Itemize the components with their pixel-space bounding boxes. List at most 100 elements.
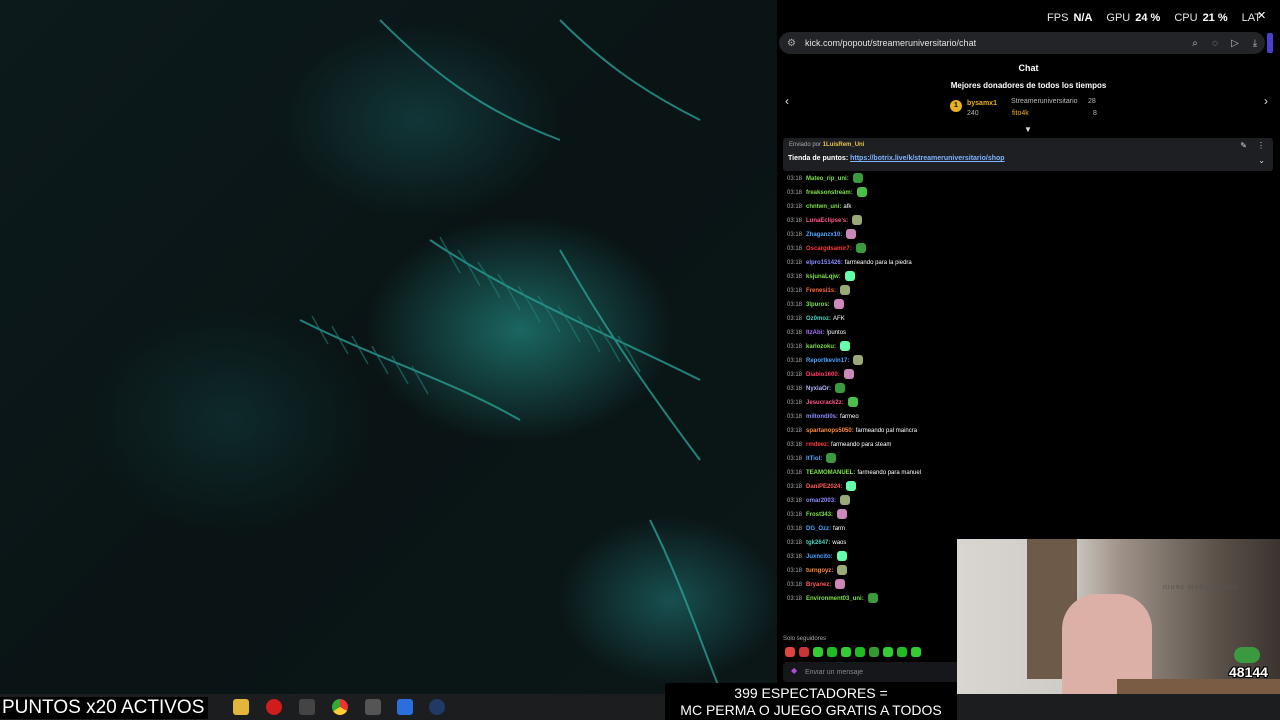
message-username[interactable]: Frenesi1s: (806, 288, 836, 294)
viewers-goal-line2: MC PERMA O JUEGO GRATIS A TODOS (680, 702, 942, 718)
emote-icon (843, 369, 854, 380)
shop-link[interactable]: https://botrix.live/k/streameruniversita… (850, 155, 1004, 162)
chat-message: 03:18 Reportkevin17: (787, 355, 864, 367)
message-username[interactable]: Reportkevin17: (806, 358, 849, 364)
message-username[interactable]: Oz0moz: (806, 316, 831, 322)
chat-message: 03:18 spartanops5050: farmeando pal maincr… (787, 425, 917, 437)
site-info-icon[interactable]: ⚙ (787, 38, 805, 49)
chat-message-input[interactable] (805, 665, 955, 679)
emote-icon[interactable] (785, 647, 795, 657)
message-username[interactable]: spartanops5050: (806, 428, 854, 434)
search-icon[interactable]: ⌕ (1185, 38, 1205, 49)
chat-input-box[interactable]: ◆ (783, 662, 963, 682)
message-username[interactable]: Bryanez: (806, 582, 831, 588)
message-username[interactable]: Mateo_rip_uni: (806, 176, 849, 182)
vscode-icon[interactable] (397, 699, 413, 715)
chrome-icon[interactable] (332, 699, 348, 715)
message-username[interactable]: 3lpuros: (806, 302, 830, 308)
message-username[interactable]: Environment03_uni: (806, 596, 864, 602)
fern-illustration (299, 19, 721, 691)
emote-icon[interactable] (855, 647, 865, 657)
message-username[interactable]: ksjunaLqjw: (806, 274, 841, 280)
emote-icon[interactable] (911, 647, 921, 657)
chat-message: 03:18 DG_Ozz: farm (787, 523, 845, 535)
message-username[interactable]: Juxncito: (806, 554, 833, 560)
donor-name: Streameruniversitario (1011, 98, 1078, 105)
emote-icon[interactable] (841, 647, 851, 657)
message-username[interactable]: DG_Ozz: (806, 526, 831, 532)
message-timestamp: 03:18 (787, 442, 803, 448)
next-arrow-icon[interactable]: › (1264, 94, 1268, 108)
message-username[interactable]: rmdeez: (806, 442, 829, 448)
message-username[interactable]: chntwn_uni: (806, 204, 841, 210)
calculator-icon[interactable] (365, 699, 381, 715)
emote-icon (837, 565, 848, 576)
viewers-goal-line1: 399 ESPECTADORES = (734, 685, 888, 701)
chat-message: 03:18 Mateo_rip_uni: (787, 173, 863, 185)
file-explorer-icon[interactable] (233, 699, 249, 715)
message-username[interactable]: NyxiaOr: (806, 386, 831, 392)
close-icon[interactable]: ✕ (1257, 9, 1266, 22)
emote-icon[interactable] (813, 647, 823, 657)
extension-icon[interactable] (1267, 33, 1273, 53)
app-icon[interactable] (299, 699, 315, 715)
emote-icon (826, 453, 837, 464)
chevron-down-icon[interactable]: ⌄ (1258, 156, 1265, 165)
message-username[interactable]: tgk2647: (806, 540, 830, 546)
donor-name: bysamx1 (967, 100, 997, 107)
send-icon[interactable]: ▷ (1225, 38, 1245, 49)
chat-message: 03:18 omar2003: (787, 495, 851, 507)
emote-icon[interactable] (799, 647, 809, 657)
emote-icon (846, 481, 857, 492)
pinned-message: Enviado por 1LuisRem_Uni Tienda de punto… (783, 138, 1273, 171)
message-username[interactable]: omar2003: (806, 498, 836, 504)
emote-icon[interactable] (827, 647, 837, 657)
fps-label: FPS (1047, 12, 1069, 24)
opera-icon[interactable] (266, 699, 282, 715)
download-icon[interactable]: ⤓ (1245, 38, 1265, 49)
chat-title: Chat (1018, 63, 1039, 73)
emote-icon (852, 173, 863, 184)
message-timestamp: 03:18 (787, 470, 803, 476)
message-timestamp: 03:18 (787, 428, 803, 434)
message-username[interactable]: DaniPE2024: (806, 484, 842, 490)
message-username[interactable]: karlozoku: (806, 344, 836, 350)
message-username[interactable]: Jesucrack2z: (806, 400, 844, 406)
emote-icon[interactable] (869, 647, 879, 657)
chat-message: 03:18 NyxiaOr: (787, 383, 846, 395)
message-username[interactable]: elpro151426: (806, 260, 843, 266)
message-username[interactable]: Frost343: (806, 512, 833, 518)
emote-icon (847, 397, 858, 408)
message-timestamp: 03:18 (787, 526, 803, 532)
message-username[interactable]: Diablo1600: (806, 372, 840, 378)
expand-icon[interactable]: ▼ (1024, 125, 1032, 134)
emote-bar (785, 647, 921, 657)
message-username[interactable]: ItTiol: (806, 456, 822, 462)
message-username[interactable]: Zhaganzx10: (806, 232, 842, 238)
message-timestamp: 03:18 (787, 316, 803, 322)
emote-picker-icon[interactable]: ◆ (791, 666, 797, 675)
donor-amount: 240 (967, 110, 979, 117)
address-bar[interactable]: ⚙ kick.com/popout/streameruniversitario/… (779, 32, 1265, 54)
message-username[interactable]: turngoyz: (806, 568, 833, 574)
shield-icon[interactable]: ◌ (1205, 38, 1225, 49)
prev-arrow-icon[interactable]: ‹ (785, 94, 789, 108)
url-text[interactable]: kick.com/popout/streameruniversitario/ch… (805, 38, 1185, 48)
message-username[interactable]: miltondi0s: (806, 414, 838, 420)
emote-icon (853, 355, 864, 366)
steam-icon[interactable] (429, 699, 445, 715)
message-username[interactable]: freaksonstream: (806, 190, 853, 196)
message-username[interactable]: LunaEclipse's: (806, 218, 848, 224)
message-timestamp: 03:18 (787, 512, 803, 518)
emote-icon (856, 187, 867, 198)
gpu-label: GPU (1106, 12, 1131, 24)
message-username[interactable]: Oscargdsamir7: (806, 246, 852, 252)
more-icon[interactable]: ⋮ (1257, 141, 1265, 150)
chat-message: 03:18 elpro151426: farmeando para la piedr… (787, 257, 912, 269)
emote-icon[interactable] (897, 647, 907, 657)
message-username[interactable]: ItzAbi: (806, 330, 824, 336)
message-timestamp: 03:18 (787, 274, 803, 280)
emote-icon[interactable] (883, 647, 893, 657)
pin-icon[interactable]: ✎ (1240, 141, 1247, 150)
message-username[interactable]: TEAMOMANUEL: (806, 470, 855, 476)
